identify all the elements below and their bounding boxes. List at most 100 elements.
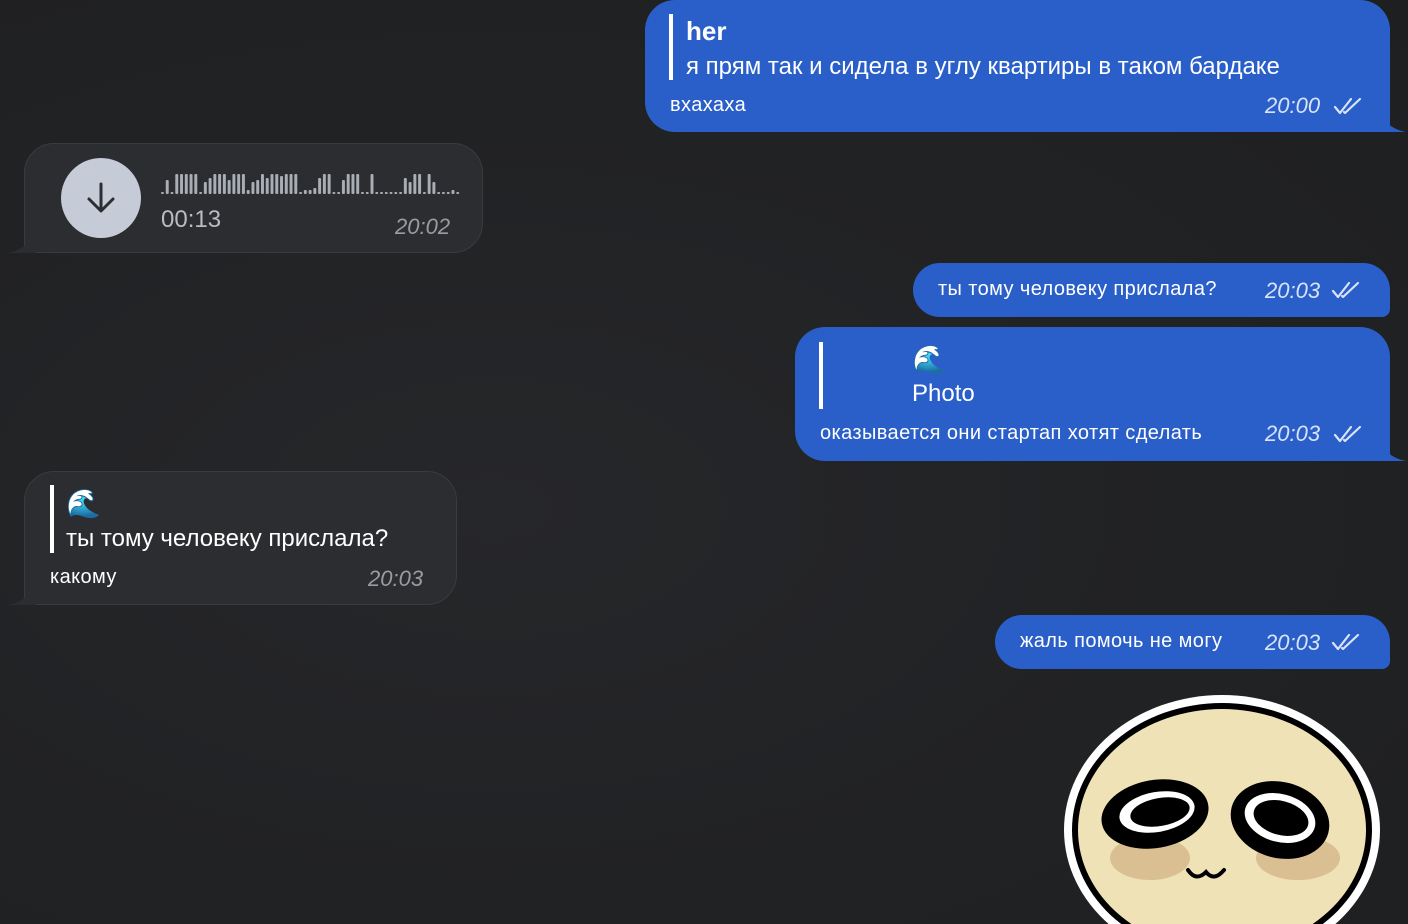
waveform-bar xyxy=(218,174,222,194)
waveform-bar xyxy=(332,192,336,194)
waveform-bar xyxy=(437,192,441,194)
wave-emoji-icon: 🌊 xyxy=(912,344,947,375)
read-checkmarks-icon xyxy=(1331,281,1360,299)
message-text: оказывается они стартап хотят сделать xyxy=(820,422,1203,444)
waveform-bar xyxy=(351,174,355,194)
bubble-tail xyxy=(1380,437,1406,461)
waveform-bar xyxy=(341,180,345,194)
waveform-bar xyxy=(170,192,174,194)
reply-quote-author: her xyxy=(686,16,727,46)
waveform-bar xyxy=(365,192,369,194)
waveform-bar xyxy=(432,182,436,194)
waveform-bar xyxy=(270,174,274,194)
read-checkmarks-icon xyxy=(1333,425,1362,443)
waveform-bar xyxy=(399,192,403,194)
chat-area[interactable]: her я прям так и сидела в углу квартиры … xyxy=(0,0,1408,924)
waveform-bar xyxy=(337,192,341,194)
waveform-bar xyxy=(265,178,269,194)
waveform-bar xyxy=(422,192,426,194)
waveform-bar xyxy=(261,174,264,194)
read-checkmarks-icon xyxy=(1331,633,1360,651)
waveform-bar xyxy=(175,174,179,194)
waveform-bar xyxy=(251,182,255,194)
waveform-bar xyxy=(237,174,241,194)
waveform-bar xyxy=(456,192,460,194)
waveform-bar xyxy=(165,180,169,194)
waveform-bar xyxy=(370,174,374,194)
waveform-bar xyxy=(408,182,412,194)
waveform-bar xyxy=(361,192,364,194)
message-bubble-outgoing[interactable]: her я прям так и сидела в углу квартиры … xyxy=(645,0,1406,132)
reply-quote-text: ты тому человеку прислала? xyxy=(66,525,389,552)
waveform-bar xyxy=(299,192,303,194)
voice-message-bubble[interactable]: 00:13 20:02 xyxy=(8,143,483,253)
message-time: 20:03 xyxy=(1265,421,1321,446)
message-time: 20:03 xyxy=(1265,630,1321,655)
waveform-bar xyxy=(275,174,279,194)
message-text: какому xyxy=(50,566,117,588)
waveform-bar xyxy=(322,174,326,194)
waveform-bar xyxy=(180,174,183,194)
voice-download-button[interactable] xyxy=(61,158,141,238)
reply-quote-bar[interactable] xyxy=(669,14,673,80)
waveform-bar xyxy=(384,192,388,194)
message-text: жаль помочь не могу xyxy=(1020,630,1223,652)
waveform-bar xyxy=(227,180,231,194)
waveform-bar xyxy=(246,190,250,194)
reply-quote-text: Photo xyxy=(912,380,975,407)
waveform-bar xyxy=(213,174,217,194)
waveform-bar xyxy=(308,190,312,194)
waveform-bar xyxy=(380,192,383,194)
waveform-bar xyxy=(256,180,260,194)
voice-duration: 00:13 xyxy=(161,206,222,233)
message-bubble-incoming[interactable]: 🌊 ты тому человеку прислала? какому 20:0… xyxy=(8,471,457,605)
reply-quote-bar[interactable] xyxy=(819,342,823,409)
round-face-sticker[interactable] xyxy=(1060,690,1390,924)
waveform-bar xyxy=(222,174,226,194)
waveform-bar xyxy=(389,192,393,194)
message-time: 20:02 xyxy=(395,214,451,239)
waveform-bar xyxy=(194,174,198,194)
voice-waveform[interactable] xyxy=(161,170,461,196)
waveform-bar xyxy=(294,174,298,194)
read-checkmarks-icon xyxy=(1333,97,1362,115)
waveform-bar xyxy=(413,174,417,194)
waveform-bar xyxy=(199,192,203,194)
waveform-bar xyxy=(346,174,350,194)
waveform-bar xyxy=(303,190,307,194)
message-time: 20:03 xyxy=(1265,278,1321,303)
message-text: ты тому человеку прислала? xyxy=(938,278,1217,300)
bubble-tail xyxy=(1380,108,1406,132)
message-time: 20:03 xyxy=(368,566,424,591)
waveform-bar xyxy=(161,192,164,194)
waveform-bar xyxy=(356,174,360,194)
waveform-bar xyxy=(403,178,407,194)
reply-quote-bar[interactable] xyxy=(50,485,54,553)
waveform-bar xyxy=(446,192,450,194)
bubble-tail xyxy=(8,579,36,605)
message-text: вхахаха xyxy=(670,94,747,116)
waveform-bar xyxy=(327,174,331,194)
bubble-tail xyxy=(8,227,36,253)
message-time: 20:00 xyxy=(1265,93,1321,118)
waveform-bar xyxy=(232,174,236,194)
waveform-bar xyxy=(241,174,245,194)
waveform-bar xyxy=(427,174,431,194)
waveform-bar xyxy=(208,178,212,194)
waveform-bar xyxy=(418,174,422,194)
message-bubble-outgoing[interactable]: 🌊 Photo оказывается они стартап хотят сд… xyxy=(795,327,1406,461)
waveform-bar xyxy=(189,174,193,194)
download-arrow-icon xyxy=(87,182,115,213)
waveform-bar xyxy=(451,190,455,194)
waveform-bar xyxy=(184,174,188,194)
waveform-bar xyxy=(441,192,445,194)
waveform-bar xyxy=(313,188,317,194)
waveform-bar xyxy=(289,174,293,194)
message-bubble-outgoing[interactable]: жаль помочь не могу 20:03 xyxy=(995,615,1390,669)
waveform-bar xyxy=(280,176,283,194)
waveform-bar xyxy=(203,182,207,194)
waveform-bar xyxy=(284,174,288,194)
waveform-bar xyxy=(318,178,322,194)
message-bubble-outgoing[interactable]: ты тому человеку прислала? 20:03 xyxy=(913,263,1390,317)
waveform-bar xyxy=(394,192,398,194)
